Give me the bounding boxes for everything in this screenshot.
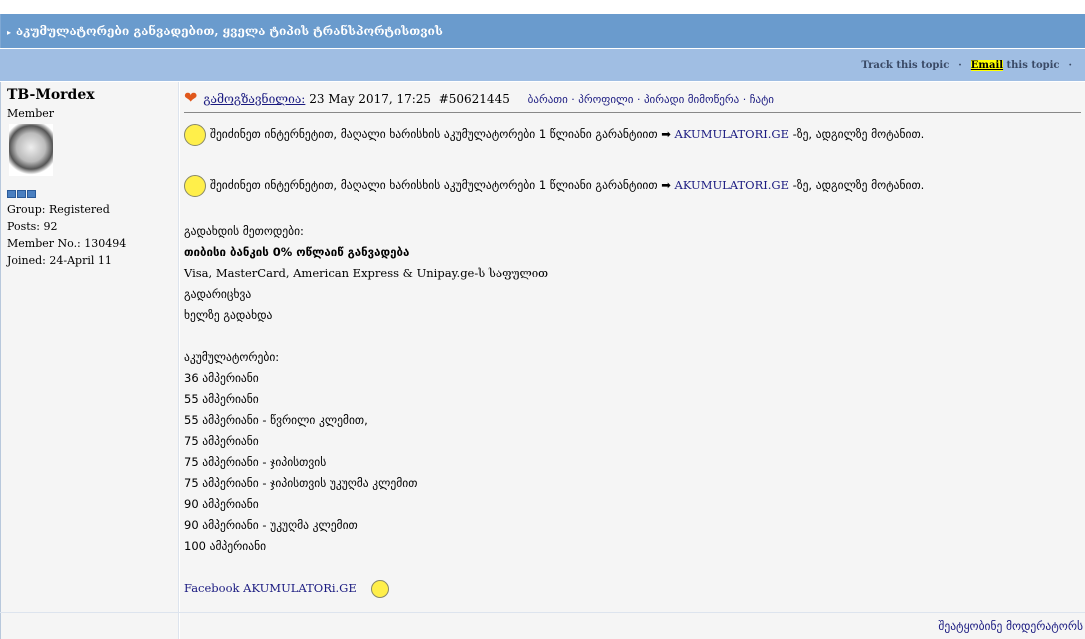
footer-left [0, 613, 179, 639]
payment-line: გადარიცხვა [184, 287, 252, 301]
email-topic-link[interactable]: Email this topic [970, 60, 1060, 71]
email-rest: this topic [1006, 60, 1060, 71]
email-highlight: Email [970, 60, 1004, 71]
separator: · [958, 60, 962, 71]
promo-text: შეიძინეთ ინტერნეტით, მაღალი ხარისხის აკუ… [210, 127, 671, 141]
payment-line: Visa, MasterCard, American Express & Uni… [184, 266, 549, 280]
battery-item: 90 ამპერიანი - უკუღმა კლემით [184, 518, 358, 532]
post-panel: ❤ გამოგზავნილია: 23 May 2017, 17:25 #5062… [180, 82, 1085, 612]
post-date: 23 May 2017, 17:25 [309, 92, 432, 106]
separator: · [1068, 60, 1072, 71]
post-id[interactable]: #50621445 [439, 92, 510, 106]
battery-item: 75 ამპერიანი - ჯიპისთვის [184, 455, 327, 469]
author-group: Group: Registered [7, 203, 110, 216]
track-topic-link[interactable]: Track this topic [861, 60, 949, 71]
miner-smiley-icon [184, 123, 206, 146]
author-posts: Posts: 92 [7, 220, 58, 233]
battery-item: 90 ამპერიანი [184, 497, 259, 511]
battery-item: 55 ამპერიანი [184, 392, 259, 406]
promo-link[interactable]: AKUMULATORI.GE [675, 127, 790, 141]
author-panel: TB-Mordex Member Group: Registered Posts… [0, 82, 179, 612]
miner-smiley-icon [184, 174, 206, 197]
arrow-icon: ▸ [7, 27, 12, 37]
rank-pips [7, 188, 172, 201]
post-nav: ბარათი · პროფილი · პირადი მიმოწერა · ჩატ… [527, 93, 774, 106]
battery-item: 36 ამპერიანი [184, 371, 259, 385]
footer-right: შეატყობინე მოდერატორს [180, 613, 1085, 639]
payment-installment: თიბისი ბანკის 0% ოწლაიწ განვადება [184, 245, 410, 259]
promo-text: შეიძინეთ ინტერნეტით, მაღალი ხარისხის აკუ… [210, 178, 671, 192]
facebook-link[interactable]: Facebook AKUMULATORi.GE [184, 581, 357, 595]
batteries-heading: აკუმულატორები: [184, 350, 280, 364]
author-member-no: Member No.: 130494 [7, 237, 127, 250]
promo-suffix: -ზე, ადგილზე მოტანით. [792, 127, 925, 141]
nav-pm[interactable]: პირადი მიმოწერა [644, 93, 739, 106]
battery-item: 100 ამპერიანი [184, 539, 267, 553]
nav-chat[interactable]: ჩატი [750, 93, 774, 106]
post-body: შეიძინეთ ინტერნეტით, მაღალი ხარისხის აკუ… [184, 113, 1081, 604]
nav-card[interactable]: ბარათი [528, 93, 568, 106]
promo-link[interactable]: AKUMULATORI.GE [675, 178, 790, 192]
battery-item: 75 ამპერიანი - ჯიპისთვის უკუღმა კლემით [184, 476, 418, 490]
payment-line: ხელზე გადახდა [184, 308, 273, 322]
author-joined: Joined: 24-April 11 [7, 254, 112, 267]
promo-suffix: -ზე, ადგილზე მოტანით. [792, 178, 925, 192]
topic-title: აკუმულატორები განვადებით, ყველა ტიპის ტრ… [16, 24, 443, 38]
post-header: ❤ გამოგზავნილია: 23 May 2017, 17:25 #5062… [184, 87, 1081, 113]
post-footer: შეატყობინე მოდერატორს [0, 612, 1085, 639]
sent-link[interactable]: გამოგზავნილია: [203, 92, 305, 106]
author-name[interactable]: TB-Mordex [7, 87, 172, 103]
promo-line: შეიძინეთ ინტერნეტით, მაღალი ხარისხის აკუ… [184, 119, 1081, 149]
topic-title-bar: ▸ აკუმულატორები განვადებით, ყველა ტიპის ტ… [0, 14, 1085, 48]
popcorn-smiley-icon [370, 579, 389, 598]
battery-item: 55 ამპერიანი - წვრილი კლემით, [184, 413, 368, 427]
promo-line: შეიძინეთ ინტერნეტით, მაღალი ხარისხის აკუ… [184, 170, 1081, 200]
author-rank: Member [7, 107, 55, 120]
topic-toolbar: Track this topic · Email this topic · [0, 49, 1085, 81]
payment-heading: გადახდის მეთოდები: [184, 224, 304, 238]
avatar [9, 124, 53, 176]
nav-profile[interactable]: პროფილი [578, 93, 633, 106]
report-moderator-link[interactable]: შეატყობინე მოდერატორს [938, 619, 1083, 633]
heart-icon[interactable]: ❤ [184, 88, 197, 107]
battery-item: 75 ამპერიანი [184, 434, 259, 448]
